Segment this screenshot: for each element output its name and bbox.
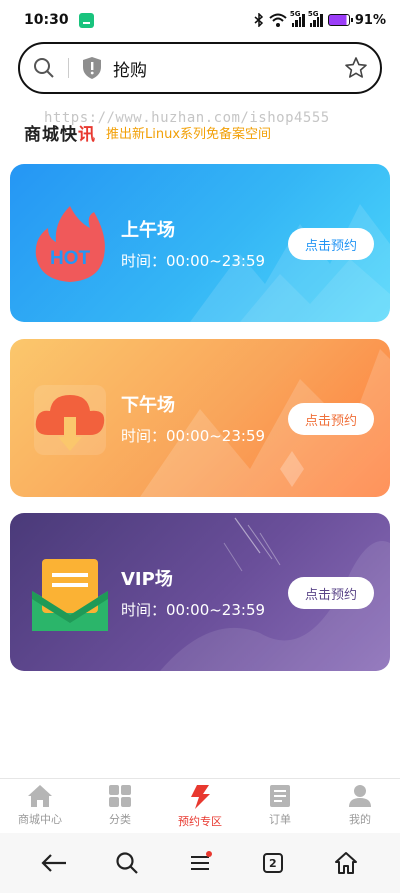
hot-flame-icon: HOT	[35, 206, 105, 282]
session-time: 时间：00:00~23:59	[121, 250, 265, 271]
bottom-tabbar: 商城中心 分类 预约专区 订单 我的	[0, 778, 400, 832]
reserve-button[interactable]: 点击预约	[288, 228, 374, 260]
session-title: 上午场	[121, 220, 175, 241]
lightning-icon	[191, 785, 210, 809]
watermark: https://www.huzhan.com/ishop4555	[44, 110, 330, 126]
reserve-button[interactable]: 点击预约	[288, 403, 374, 435]
bluetooth-icon	[254, 13, 263, 27]
star-icon[interactable]	[344, 56, 368, 80]
notice-logo-main: 商城快	[24, 124, 78, 145]
home-icon	[28, 785, 52, 807]
search-icon[interactable]	[32, 56, 56, 80]
tabs-button[interactable]: 2	[253, 843, 293, 883]
cloud-download-icon	[34, 385, 106, 455]
signal-icon: 5G	[290, 10, 305, 27]
grid-icon	[109, 785, 131, 807]
system-nav-bar: 2	[0, 833, 400, 893]
tab-category[interactable]: 分类	[80, 779, 160, 832]
session-title: 下午场	[121, 395, 175, 416]
user-icon	[349, 785, 371, 807]
home-icon	[334, 852, 357, 874]
search-input[interactable]: 抢购	[113, 56, 147, 81]
tab-reservation[interactable]: 预约专区	[160, 779, 240, 832]
time-range: 00:00~23:59	[166, 601, 266, 619]
signal-icon-2: 5G	[308, 10, 323, 27]
menu-icon	[190, 856, 209, 870]
status-bar: 10:30 5G 5G 91%	[0, 0, 400, 40]
tab-orders[interactable]: 订单	[240, 779, 320, 832]
time-label: 时间：	[121, 601, 167, 619]
session-card-vip[interactable]: VIP场 时间：00:00~23:59 点击预约	[10, 513, 390, 671]
reserve-button[interactable]: 点击预约	[288, 577, 374, 609]
time-range: 00:00~23:59	[166, 427, 266, 445]
document-icon	[270, 785, 290, 807]
time-range: 00:00~23:59	[166, 252, 266, 270]
svg-text:HOT: HOT	[50, 248, 91, 269]
status-indicators: 5G 5G 91%	[254, 10, 386, 28]
tab-label: 商城中心	[18, 813, 62, 826]
back-button[interactable]	[34, 843, 74, 883]
back-arrow-icon	[41, 854, 67, 872]
status-time: 10:30	[24, 12, 69, 28]
time-label: 时间：	[121, 252, 167, 270]
search-bar[interactable]: 抢购	[18, 42, 382, 94]
session-time: 时间：00:00~23:59	[121, 599, 265, 620]
tab-mall-center[interactable]: 商城中心	[0, 779, 80, 832]
search-button[interactable]	[107, 843, 147, 883]
session-time: 时间：00:00~23:59	[121, 425, 265, 446]
tab-mine[interactable]: 我的	[320, 779, 400, 832]
wifi-icon	[269, 13, 287, 27]
battery-percent: 91%	[354, 12, 386, 28]
session-title: VIP场	[121, 569, 173, 590]
search-icon	[116, 852, 138, 874]
time-label: 时间：	[121, 427, 167, 445]
shield-alert-icon	[83, 57, 101, 79]
envelope-icon	[32, 559, 108, 631]
session-card-morning[interactable]: HOT 上午场 时间：00:00~23:59 点击预约	[10, 164, 390, 322]
menu-button[interactable]	[180, 843, 220, 883]
home-button[interactable]	[326, 843, 366, 883]
session-card-afternoon[interactable]: 下午场 时间：00:00~23:59 点击预约	[10, 339, 390, 497]
tab-label: 分类	[109, 813, 131, 826]
tab-label: 订单	[269, 813, 291, 826]
notification-dot	[205, 851, 212, 857]
tabs-icon: 2	[262, 853, 283, 873]
tab-label: 预约专区	[178, 815, 222, 828]
app-notification-icon	[78, 12, 94, 28]
search-divider	[68, 58, 69, 78]
battery-icon	[327, 14, 353, 26]
notice-logo-accent: 讯	[78, 124, 96, 145]
tab-label: 我的	[349, 813, 371, 826]
